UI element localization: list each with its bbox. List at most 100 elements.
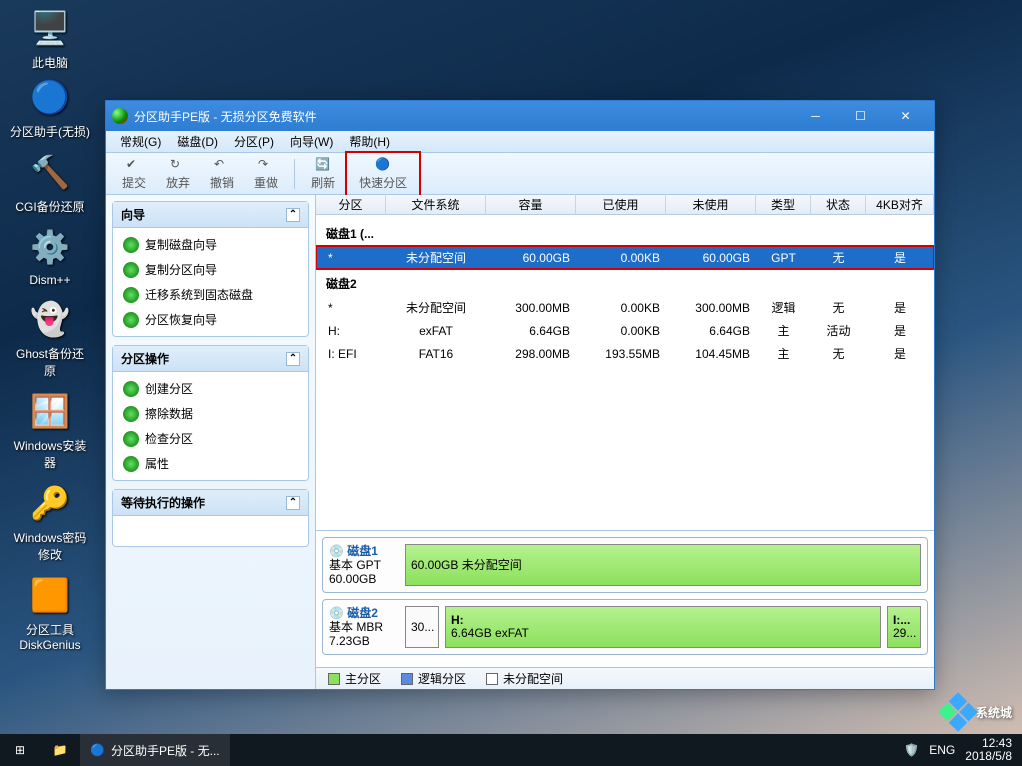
op-icon — [123, 456, 139, 472]
desktop-icon-cgi[interactable]: 🔨CGI备份还原 — [10, 148, 90, 215]
op-icon — [123, 431, 139, 447]
col-unused[interactable]: 未使用 — [666, 194, 756, 215]
partition-recovery-wizard[interactable]: 分区恢复向导 — [117, 307, 304, 332]
language-indicator[interactable]: ENG — [929, 743, 955, 757]
disk2-seg-0[interactable]: 30... — [405, 606, 439, 648]
swatch-icon — [401, 673, 413, 685]
col-status[interactable]: 状态 — [811, 194, 866, 215]
icon-label: Ghost备份还原 — [10, 345, 90, 379]
disk1-row-0[interactable]: * 未分配空间 60.00GB 0.00KB 60.00GB GPT 无 是 — [316, 246, 934, 269]
panel-header[interactable]: 向导⌃ — [113, 202, 308, 228]
windows-icon: 🪟 — [26, 387, 74, 435]
disk2-seg-h[interactable]: H:6.64GB exFAT — [445, 606, 881, 648]
panel-header[interactable]: 分区操作⌃ — [113, 346, 308, 372]
desktop-icon-this-pc[interactable]: 🖥️此电脑 — [10, 4, 90, 71]
desktop-icon-win-install[interactable]: 🪟Windows安装器 — [10, 387, 90, 471]
properties[interactable]: 属性 — [117, 451, 304, 476]
panel-header[interactable]: 等待执行的操作⌃ — [113, 490, 308, 516]
wipe-data[interactable]: 擦除数据 — [117, 401, 304, 426]
redo-button[interactable]: ↷重做 — [244, 155, 288, 193]
col-align[interactable]: 4KB对齐 — [866, 194, 934, 215]
column-headers: 分区 文件系统 容量 已使用 未使用 类型 状态 4KB对齐 — [316, 195, 934, 215]
copy-disk-wizard[interactable]: 复制磁盘向导 — [117, 232, 304, 257]
menu-general[interactable]: 常规(G) — [112, 131, 169, 152]
refresh-button[interactable]: 🔄刷新 — [301, 155, 345, 193]
minimize-button[interactable]: ─ — [793, 102, 838, 130]
undo-button[interactable]: ↶撤销 — [200, 155, 244, 193]
col-partition[interactable]: 分区 — [316, 194, 386, 215]
quick-partition-button[interactable]: 🔵快速分区 — [345, 151, 421, 197]
create-partition[interactable]: 创建分区 — [117, 376, 304, 401]
app-icon: 🔵 — [26, 73, 74, 121]
pending-panel: 等待执行的操作⌃ — [112, 489, 309, 547]
window-title: 分区助手PE版 - 无损分区免费软件 — [134, 108, 793, 125]
disk1-map[interactable]: 💿 磁盘1 基本 GPT 60.00GB 60.00GB 未分配空间 — [322, 537, 928, 593]
partition-list: 磁盘1 (... * 未分配空间 60.00GB 0.00KB 60.00GB … — [316, 215, 934, 530]
disk2-map[interactable]: 💿 磁盘2 基本 MBR 7.23GB 30... H:6.64GB exFAT… — [322, 599, 928, 655]
taskbar-app[interactable]: 🔵分区助手PE版 - 无... — [80, 734, 230, 766]
collapse-icon[interactable]: ⌃ — [286, 352, 300, 366]
titlebar[interactable]: 分区助手PE版 - 无损分区免费软件 ─ ☐ ✕ — [106, 101, 934, 131]
clock[interactable]: 12:432018/5/8 — [965, 737, 1012, 763]
wizard-icon — [123, 312, 139, 328]
watermark: 系统城 — [944, 698, 1012, 726]
swatch-icon — [328, 673, 340, 685]
disk-icon: 🟧 — [26, 571, 74, 619]
check-icon: ✔ — [126, 157, 142, 173]
disk-info: 💿 磁盘2 基本 MBR 7.23GB — [329, 606, 399, 648]
desktop-icon-ghost[interactable]: 👻Ghost备份还原 — [10, 295, 90, 379]
wizard-icon — [123, 237, 139, 253]
close-button[interactable]: ✕ — [883, 102, 928, 130]
disk1-seg-unallocated[interactable]: 60.00GB 未分配空间 — [405, 544, 921, 586]
disk2-row-0[interactable]: * 未分配空间 300.00MB 0.00KB 300.00MB 逻辑 无 是 — [316, 296, 934, 319]
taskbar: ⊞ 📁 🔵分区助手PE版 - 无... 🛡️ ENG 12:432018/5/8 — [0, 734, 1022, 766]
icon-label: 分区助手(无损) — [10, 123, 90, 140]
desktop-icon-dism[interactable]: ⚙️ Dism++ — [10, 223, 90, 287]
disk2-seg-i[interactable]: I:...29... — [887, 606, 921, 648]
menu-partition[interactable]: 分区(P) — [226, 131, 282, 152]
menu-disk[interactable]: 磁盘(D) — [169, 131, 226, 152]
col-type[interactable]: 类型 — [756, 194, 811, 215]
icon-label: 此电脑 — [10, 54, 90, 71]
gear-icon: ⚙️ — [26, 223, 74, 271]
icon-label: Dism++ — [10, 273, 90, 287]
disk2-row-2[interactable]: I: EFI FAT16 298.00MB 193.55MB 104.45MB … — [316, 342, 934, 365]
menu-wizard[interactable]: 向导(W) — [282, 131, 341, 152]
app-icon — [112, 108, 128, 124]
collapse-icon[interactable]: ⌃ — [286, 496, 300, 510]
desktop-icons: 🖥️此电脑 🔵 分区助手(无损) 🔨CGI备份还原 ⚙️ Dism++ 👻Ghost… — [0, 0, 100, 660]
start-button[interactable]: ⊞ — [0, 734, 40, 766]
ghost-icon: 👻 — [26, 295, 74, 343]
legend-logical: 逻辑分区 — [401, 670, 466, 687]
menu-help[interactable]: 帮助(H) — [341, 131, 398, 152]
hammer-icon: 🔨 — [26, 148, 74, 196]
disk2-header[interactable]: 磁盘2 — [316, 269, 934, 296]
op-icon — [123, 406, 139, 422]
wizard-panel: 向导⌃ 复制磁盘向导 复制分区向导 迁移系统到固态磁盘 分区恢复向导 — [112, 201, 309, 337]
discard-button[interactable]: ↻放弃 — [156, 155, 200, 193]
toolbar: ✔提交 ↻放弃 ↶撤销 ↷重做 🔄刷新 🔵快速分区 — [106, 153, 934, 195]
disk2-row-1[interactable]: H: exFAT 6.64GB 0.00KB 6.64GB 主 活动 是 — [316, 319, 934, 342]
desktop-icon-partition-assistant[interactable]: 🔵 分区助手(无损) — [10, 73, 90, 140]
desktop-icon-win-password[interactable]: 🔑Windows密码修改 — [10, 479, 90, 563]
explorer-button[interactable]: 📁 — [40, 734, 80, 766]
refresh-icon: ↻ — [170, 157, 186, 173]
check-partition[interactable]: 检查分区 — [117, 426, 304, 451]
tray-shield-icon[interactable]: 🛡️ — [904, 743, 919, 757]
legend-unallocated: 未分配空间 — [486, 670, 563, 687]
collapse-icon[interactable]: ⌃ — [286, 208, 300, 222]
col-used[interactable]: 已使用 — [576, 194, 666, 215]
disk1-header[interactable]: 磁盘1 (... — [316, 219, 934, 246]
col-filesystem[interactable]: 文件系统 — [386, 194, 486, 215]
commit-button[interactable]: ✔提交 — [112, 155, 156, 193]
app-window: 分区助手PE版 - 无损分区免费软件 ─ ☐ ✕ 常规(G) 磁盘(D) 分区(… — [105, 100, 935, 690]
col-capacity[interactable]: 容量 — [486, 194, 576, 215]
maximize-button[interactable]: ☐ — [838, 102, 883, 130]
migrate-os-wizard[interactable]: 迁移系统到固态磁盘 — [117, 282, 304, 307]
partition-icon: 🔵 — [375, 157, 391, 173]
key-icon: 🔑 — [26, 479, 74, 527]
redo-icon: ↷ — [258, 157, 274, 173]
desktop-icon-diskgenius[interactable]: 🟧分区工具DiskGenius — [10, 571, 90, 652]
copy-partition-wizard[interactable]: 复制分区向导 — [117, 257, 304, 282]
system-tray: 🛡️ ENG 12:432018/5/8 — [894, 737, 1022, 763]
